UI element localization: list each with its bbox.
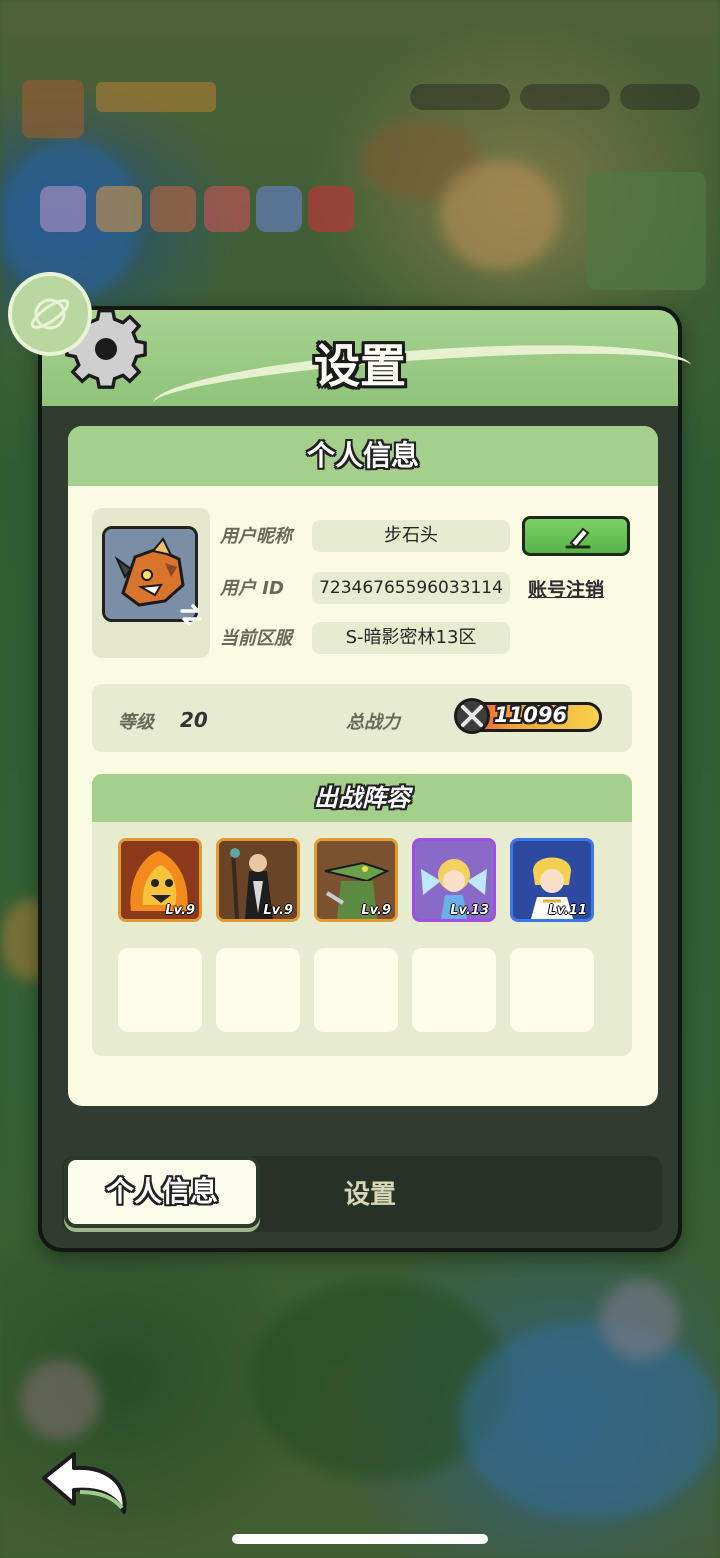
nickname-label: 用户昵称 <box>220 526 292 547</box>
empty-hero-slot[interactable] <box>216 948 300 1032</box>
hero-slot-3[interactable]: Lv.9 <box>314 838 398 922</box>
planet-button[interactable] <box>8 272 92 356</box>
tab-settings[interactable]: 设置 <box>344 1174 396 1211</box>
hero-level: Lv.9 <box>165 903 195 918</box>
lineup-header: 出战阵容 <box>92 774 632 822</box>
empty-hero-slot[interactable] <box>314 948 398 1032</box>
empty-hero-slot[interactable] <box>412 948 496 1032</box>
battle-lineup: 出战阵容 Lv.9 Lv.9 Lv.9 Lv.13 Lv.11 <box>92 774 632 1056</box>
server-value: S-暗影密林13区 <box>312 622 510 654</box>
profile-section-header: 个人信息 <box>68 426 658 486</box>
userid-label: 用户 ID <box>220 578 284 599</box>
hero-level: Lv.9 <box>361 903 391 918</box>
level-value: 20 <box>180 708 208 732</box>
userid-value: 72346765596033114 <box>312 572 510 604</box>
profile-panel: 个人信息 用户昵称 步石头 用户 ID 72346765596033114 账号… <box>68 426 658 1106</box>
tab-personal-info[interactable]: 个人信息 <box>64 1156 260 1228</box>
level-label: 等级 <box>118 712 154 733</box>
hero-slot-1[interactable]: Lv.9 <box>118 838 202 922</box>
bottom-tab-bar: 个人信息 设置 <box>62 1156 662 1232</box>
edit-nickname-button[interactable] <box>522 516 630 556</box>
planet-icon <box>30 298 70 330</box>
swap-arrows-icon[interactable] <box>176 600 206 630</box>
account-cancel-link[interactable]: 账号注销 <box>528 575 604 602</box>
nickname-value: 步石头 <box>312 520 510 552</box>
server-label: 当前区服 <box>220 628 292 649</box>
settings-window: 设置 个人信息 用户昵称 步石头 用户 ID 72346765596033114… <box>38 306 694 1252</box>
hero-level: Lv.9 <box>263 903 293 918</box>
power-label: 总战力 <box>346 712 400 733</box>
power-badge: 11096 <box>454 698 612 736</box>
crossed-swords-icon <box>454 698 490 734</box>
hero-level: Lv.13 <box>450 903 489 918</box>
lineup-title: 出战阵容 <box>314 784 410 812</box>
hero-level: Lv.11 <box>548 903 587 918</box>
power-value: 11096 <box>494 703 568 727</box>
pencil-icon <box>565 527 591 549</box>
tab-personal-info-label: 个人信息 <box>105 1175 218 1208</box>
empty-hero-slot[interactable] <box>118 948 202 1032</box>
avatar-box[interactable] <box>92 508 210 658</box>
hero-slot-2[interactable]: Lv.9 <box>216 838 300 922</box>
empty-hero-slot[interactable] <box>510 948 594 1032</box>
hero-slot-4[interactable]: Lv.13 <box>412 838 496 922</box>
home-indicator[interactable] <box>232 1534 488 1544</box>
back-arrow-icon[interactable] <box>38 1450 134 1520</box>
stats-row: 等级 20 总战力 11096 <box>92 684 632 752</box>
hero-slot-5[interactable]: Lv.11 <box>510 838 594 922</box>
profile-section-title: 个人信息 <box>306 439 419 472</box>
